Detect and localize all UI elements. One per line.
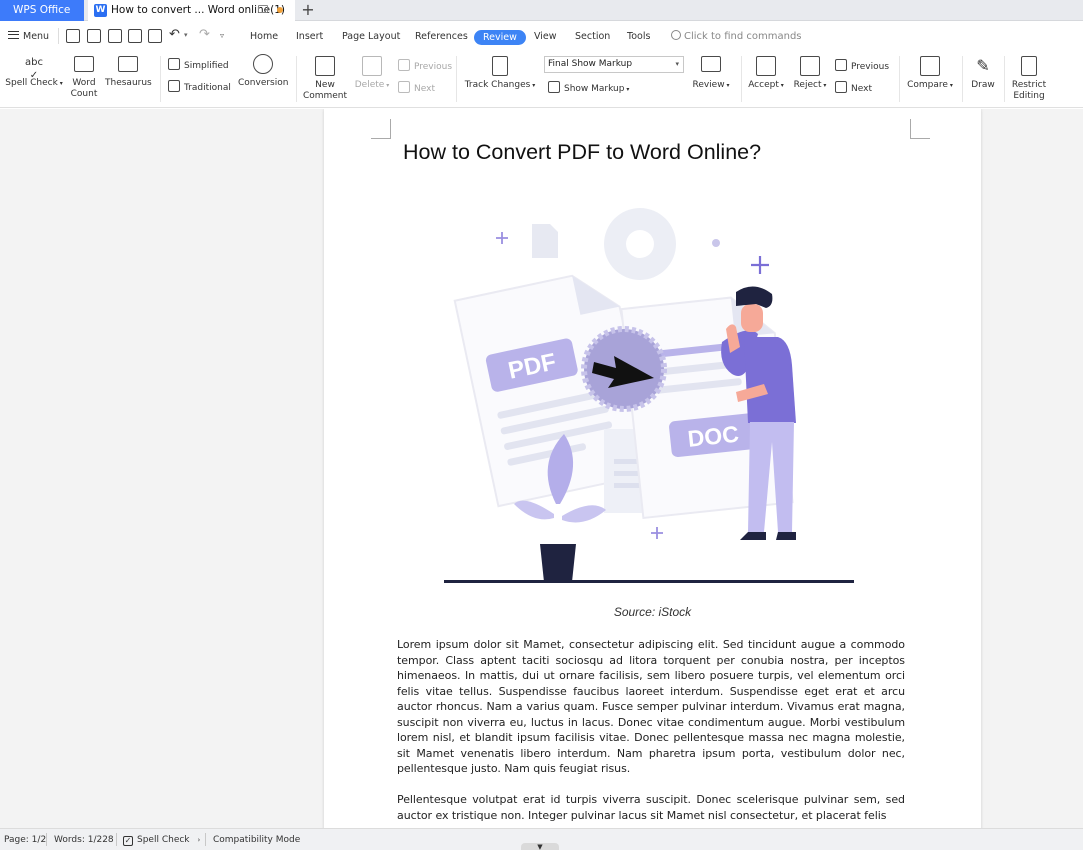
unsaved-dot-icon	[277, 7, 283, 13]
new-tab-button[interactable]: +	[300, 0, 316, 21]
document-title: How to Convert PDF to Word Online?	[403, 140, 762, 164]
delete-comment-button[interactable]: Delete ▾	[352, 56, 392, 91]
status-expand-handle[interactable]: ▼	[521, 843, 559, 850]
tab-references[interactable]: References	[415, 29, 468, 44]
arrow-seal-icon	[581, 326, 667, 412]
track-changes-button[interactable]: Track Changes ▾	[464, 56, 536, 91]
export-pdf-icon[interactable]	[108, 29, 122, 43]
delete-comment-icon	[362, 56, 382, 76]
document-page[interactable]: How to Convert PDF to Word Online? PDF D…	[324, 109, 981, 828]
menu-row: Menu ↶ ▾ ↷ ▿ Home Insert Page Layout Ref…	[0, 22, 1083, 50]
tab-page-layout[interactable]: Page Layout	[342, 29, 400, 44]
crop-mark-left	[371, 119, 391, 139]
next-comment-button[interactable]: Next	[398, 81, 435, 95]
previous-change-icon	[835, 59, 847, 71]
previous-comment-icon	[398, 59, 410, 71]
undo-icon[interactable]: ↶	[169, 27, 180, 42]
accept-button[interactable]: Accept ▾	[746, 56, 786, 91]
spell-check-icon: abc ✓	[25, 57, 43, 81]
spell-check-status[interactable]: ✓ Spell Check ›	[123, 835, 200, 846]
review-pane-button[interactable]: Review ▾	[690, 56, 732, 91]
new-comment-icon	[315, 56, 335, 76]
search-icon	[671, 30, 681, 40]
tab-tools[interactable]: Tools	[627, 29, 650, 44]
show-markup-button[interactable]: Show Markup ▾	[548, 81, 629, 95]
crop-mark-right	[910, 119, 930, 139]
simplified-chinese-icon	[168, 58, 180, 70]
print-icon[interactable]	[128, 29, 142, 43]
customize-toolbar-icon[interactable]: ▿	[220, 28, 224, 43]
title-bar: WPS Office W How to convert ... Word onl…	[0, 0, 1083, 21]
new-comment-button[interactable]: New Comment	[302, 56, 348, 102]
hamburger-icon	[8, 31, 19, 39]
word-count-button[interactable]: Word Count	[68, 56, 100, 100]
markup-mode-select[interactable]: Final Show Markup ▾	[544, 56, 684, 73]
monitor-icon	[258, 5, 268, 13]
tab-section[interactable]: Section	[575, 29, 610, 44]
redo-icon[interactable]: ↷	[199, 27, 210, 42]
compare-icon	[920, 56, 940, 76]
thesaurus-icon	[118, 56, 138, 72]
command-search[interactable]: Click to find commands	[671, 29, 802, 44]
traditional-chinese-icon	[168, 80, 180, 92]
save-icon[interactable]	[87, 29, 101, 43]
print-preview-icon[interactable]	[148, 29, 162, 43]
sparkle-icon-3	[651, 527, 663, 539]
document-tab[interactable]: W How to convert ... Word online(1)	[88, 0, 295, 21]
word-count-indicator[interactable]: Words: 1/228	[54, 835, 114, 845]
undo-dropdown-icon[interactable]: ▾	[184, 28, 188, 43]
tab-review[interactable]: Review	[474, 30, 526, 45]
tab-insert[interactable]: Insert	[296, 29, 323, 44]
track-changes-icon	[492, 56, 508, 76]
open-folder-icon[interactable]	[66, 29, 80, 43]
document-workspace[interactable]: How to Convert PDF to Word Online? PDF D…	[0, 109, 1083, 828]
file-icon-small	[532, 224, 558, 258]
menu-button[interactable]: Menu	[8, 29, 49, 44]
sparkle-icon-2	[496, 232, 508, 244]
tab-view[interactable]: View	[534, 29, 557, 44]
reject-icon	[800, 56, 820, 76]
checkbox-icon: ✓	[123, 836, 133, 846]
next-comment-icon	[398, 81, 410, 93]
show-markup-icon	[548, 81, 560, 93]
word-count-icon	[74, 56, 94, 72]
conversion-icon	[253, 54, 273, 74]
spell-check-button[interactable]: abc ✓ Spell Check ▾	[5, 56, 63, 89]
image-caption: Source: iStock	[613, 605, 692, 619]
sparkle-icon	[751, 256, 769, 274]
review-pane-icon	[701, 56, 721, 72]
body-paragraph-2[interactable]: Pellentesque volutpat erat id turpis viv…	[397, 792, 905, 823]
tab-home[interactable]: Home	[250, 29, 278, 44]
previous-change-button[interactable]: Previous	[835, 59, 889, 73]
wps-office-tab[interactable]: WPS Office	[0, 0, 84, 21]
accept-icon	[756, 56, 776, 76]
pen-icon: ✎	[976, 56, 990, 75]
body-paragraph-1[interactable]: Lorem ipsum dolor sit Mamet, consectetur…	[397, 637, 905, 777]
word-doc-icon: W	[94, 4, 107, 17]
restrict-editing-button[interactable]: Restrict Editing	[1009, 56, 1049, 102]
lock-icon	[1021, 56, 1037, 76]
previous-comment-button[interactable]: Previous	[398, 59, 452, 73]
compatibility-mode-indicator: Compatibility Mode	[213, 835, 301, 845]
reject-button[interactable]: Reject ▾	[791, 56, 829, 91]
pdf-to-doc-illustration[interactable]: PDF DOC	[444, 204, 864, 589]
conversion-button[interactable]: Conversion	[238, 54, 288, 89]
next-change-icon	[835, 81, 847, 93]
doc-label: DOC	[686, 421, 740, 452]
traditional-button[interactable]: Traditional	[168, 80, 231, 94]
review-ribbon: abc ✓ Spell Check ▾ Word Count Thesaurus S…	[0, 50, 1083, 108]
draw-button[interactable]: ✎ Draw	[967, 56, 999, 91]
chevron-down-icon: ▾	[675, 60, 679, 68]
page-indicator[interactable]: Page: 1/2	[4, 835, 46, 845]
next-change-button[interactable]: Next	[835, 81, 872, 95]
ground-line	[444, 580, 854, 583]
compare-button[interactable]: Compare ▾	[905, 56, 955, 91]
simplified-button[interactable]: Simplified	[168, 58, 229, 72]
thesaurus-button[interactable]: Thesaurus	[105, 56, 152, 89]
chevron-down-icon: ▼	[537, 843, 543, 850]
